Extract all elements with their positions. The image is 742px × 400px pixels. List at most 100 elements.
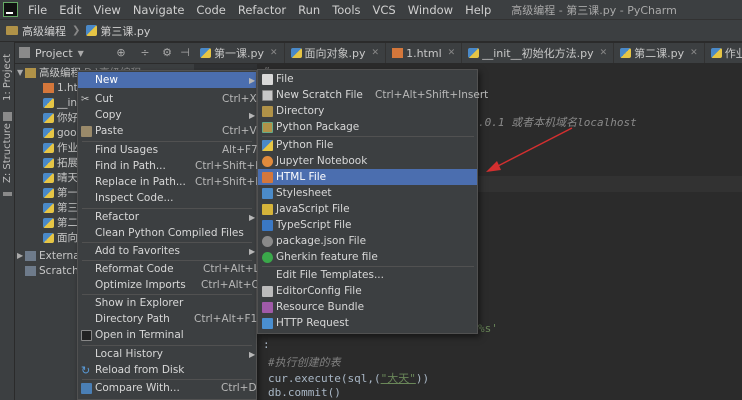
tab-init[interactable]: __init__初始化方法.py ✕ [462,43,615,63]
menu-navigate[interactable]: Navigate [127,3,191,17]
new-item-html-file[interactable]: HTML File [258,169,477,185]
new-item-typescript[interactable]: TypeScript File [258,217,477,233]
menu-item-label: Python Package [276,121,360,133]
menu-window[interactable]: Window [402,3,459,17]
menu-bar: File Edit View Navigate Code Refactor Ru… [0,0,742,20]
close-icon[interactable]: ✕ [690,48,698,58]
menu-vcs[interactable]: VCS [367,3,402,17]
menu-item-show-in-explorer[interactable]: Show in Explorer [78,295,256,311]
menu-item-new[interactable]: New ▶ [78,72,256,88]
menu-run[interactable]: Run [292,3,326,17]
tree-item[interactable]: 你好 [43,110,78,125]
project-view-icon [19,47,30,58]
breadcrumb-project[interactable]: 高级编程 [0,23,72,39]
tree-item[interactable]: 作业 [43,140,78,155]
tab-second-lesson[interactable]: 第二课.py ✕ [614,43,705,63]
menu-tools[interactable]: Tools [326,3,366,17]
menu-item-label: Replace in Path... [95,176,186,188]
tree-item[interactable]: 第一 [43,185,78,200]
tree-external-libraries[interactable]: ▶ Externa [17,248,80,263]
new-item-jupyter[interactable]: Jupyter Notebook [258,153,477,169]
new-item-gherkin[interactable]: Gherkin feature file [258,249,477,265]
tab-first-lesson[interactable]: 第一课.py ✕ [194,43,285,63]
new-item-edit-templates[interactable]: Edit File Templates... [258,267,477,283]
close-icon[interactable]: ✕ [270,48,278,58]
menu-item-find-usages[interactable]: Find Usages Alt+F7 [78,142,258,158]
tree-item[interactable]: __in [43,95,77,110]
context-menu: New ▶ ✂ Cut Ctrl+X Copy ▶ Paste Ctrl+V Find U… [77,70,264,400]
code-execute-suffix: )) [415,372,430,385]
menu-item-optimize-imports[interactable]: Optimize Imports Ctrl+Alt+O [78,277,260,293]
menu-help[interactable]: Help [459,3,497,17]
menu-item-reload-from-disk[interactable]: ↻ Reload from Disk [78,362,256,378]
menu-item-clean-compiled[interactable]: Clean Python Compiled Files [78,225,256,241]
html-file-icon [262,172,273,183]
menu-item-open-in-terminal[interactable]: Open in Terminal [78,327,256,343]
menu-item-replace-in-path[interactable]: Replace in Path... Ctrl+Shift+R [78,174,262,190]
menu-item-inspect-code[interactable]: Inspect Code... [78,190,256,206]
menu-file[interactable]: File [22,3,53,17]
tab-label: __init__初始化方法.py [482,47,594,60]
tree-item[interactable]: 拓展 [43,155,78,170]
project-tool-button[interactable]: 1: Project [0,46,15,108]
tree-item[interactable]: 第二 [43,215,78,230]
tree-item[interactable]: 1.ht [43,80,78,95]
hide-panel-icon[interactable]: ⊣ [179,47,191,59]
tab-oop[interactable]: 面向对象.py ✕ [285,43,387,63]
gear-icon[interactable]: ⚙ [161,47,173,59]
new-item-http-request[interactable]: HTTP Request [258,315,477,331]
close-icon[interactable]: ✕ [372,48,380,58]
menu-item-label: Optimize Imports [95,279,186,291]
menu-item-local-history[interactable]: Local History ▶ [78,346,256,362]
tree-item-label: 晴天 [57,172,78,184]
new-submenu: File New Scratch File Ctrl+Alt+Shift+Inse… [257,69,488,334]
menu-item-cut[interactable]: ✂ Cut Ctrl+X [78,91,257,107]
breadcrumb-file[interactable]: 第三课.py [80,23,156,39]
python-file-icon [43,157,54,168]
menu-item-directory-path[interactable]: Directory Path Ctrl+Alt+F12 [78,311,264,327]
menu-item-compare-with[interactable]: Compare With... Ctrl+D [78,380,257,396]
menu-view[interactable]: View [88,3,127,17]
chevron-down-icon[interactable]: ▼ [78,49,84,58]
new-item-scratch-file[interactable]: New Scratch File Ctrl+Alt+Shift+Insert [258,87,488,103]
new-item-directory[interactable]: Directory [258,103,477,119]
menu-item-find-in-path[interactable]: Find in Path... Ctrl+Shift+F [78,158,261,174]
new-item-python-file[interactable]: Python File [258,137,477,153]
menu-item-label: Compare With... [95,382,180,394]
menu-item-reformat-code[interactable]: Reformat Code Ctrl+Alt+L [78,261,259,277]
new-item-resource-bundle[interactable]: Resource Bundle [258,299,477,315]
new-item-python-package[interactable]: Python Package [258,119,477,135]
menu-refactor[interactable]: Refactor [232,3,292,17]
menu-item-copy[interactable]: Copy ▶ [78,107,256,123]
menu-item-paste[interactable]: Paste Ctrl+V [78,123,257,139]
tab-label: 第二课.py [634,47,685,60]
tree-scratches[interactable]: Scratch [25,263,79,278]
new-item-stylesheet[interactable]: Stylesheet [258,185,477,201]
menu-item-label: Reformat Code [95,263,174,275]
structure-tool-button[interactable]: Z: Structure [0,118,15,188]
menu-item-refactor[interactable]: Refactor ▶ [78,209,256,225]
collapse-icon[interactable]: ÷ [139,47,151,59]
close-icon[interactable]: ✕ [448,48,456,58]
tab-html[interactable]: 1.html ✕ [386,43,463,63]
tree-item[interactable]: 晴天 [43,170,78,185]
tree-item[interactable]: 第三 [43,200,78,215]
html-file-icon [392,48,404,58]
menu-code[interactable]: Code [190,3,231,17]
tree-item[interactable]: goo [43,125,77,140]
tree-item[interactable]: 面向 [43,230,78,245]
close-icon[interactable]: ✕ [600,48,608,58]
menu-item-add-to-favorites[interactable]: Add to Favorites ▶ [78,243,256,259]
new-item-editorconfig[interactable]: EditorConfig File [258,283,477,299]
tab-homework[interactable]: 作业.py✕ [705,43,742,63]
menu-item-shortcut: Ctrl+X [222,93,257,105]
new-item-package-json[interactable]: package.json File [258,233,477,249]
scratch-icon [262,90,273,101]
crosshair-icon[interactable]: ⊕ [115,47,127,59]
project-panel-title[interactable]: Project [35,47,73,60]
menu-edit[interactable]: Edit [53,3,87,17]
menu-item-label: Find Usages [95,144,159,156]
python-file-icon [468,48,480,58]
new-item-file[interactable]: File [258,71,477,87]
new-item-javascript[interactable]: JavaScript File [258,201,477,217]
